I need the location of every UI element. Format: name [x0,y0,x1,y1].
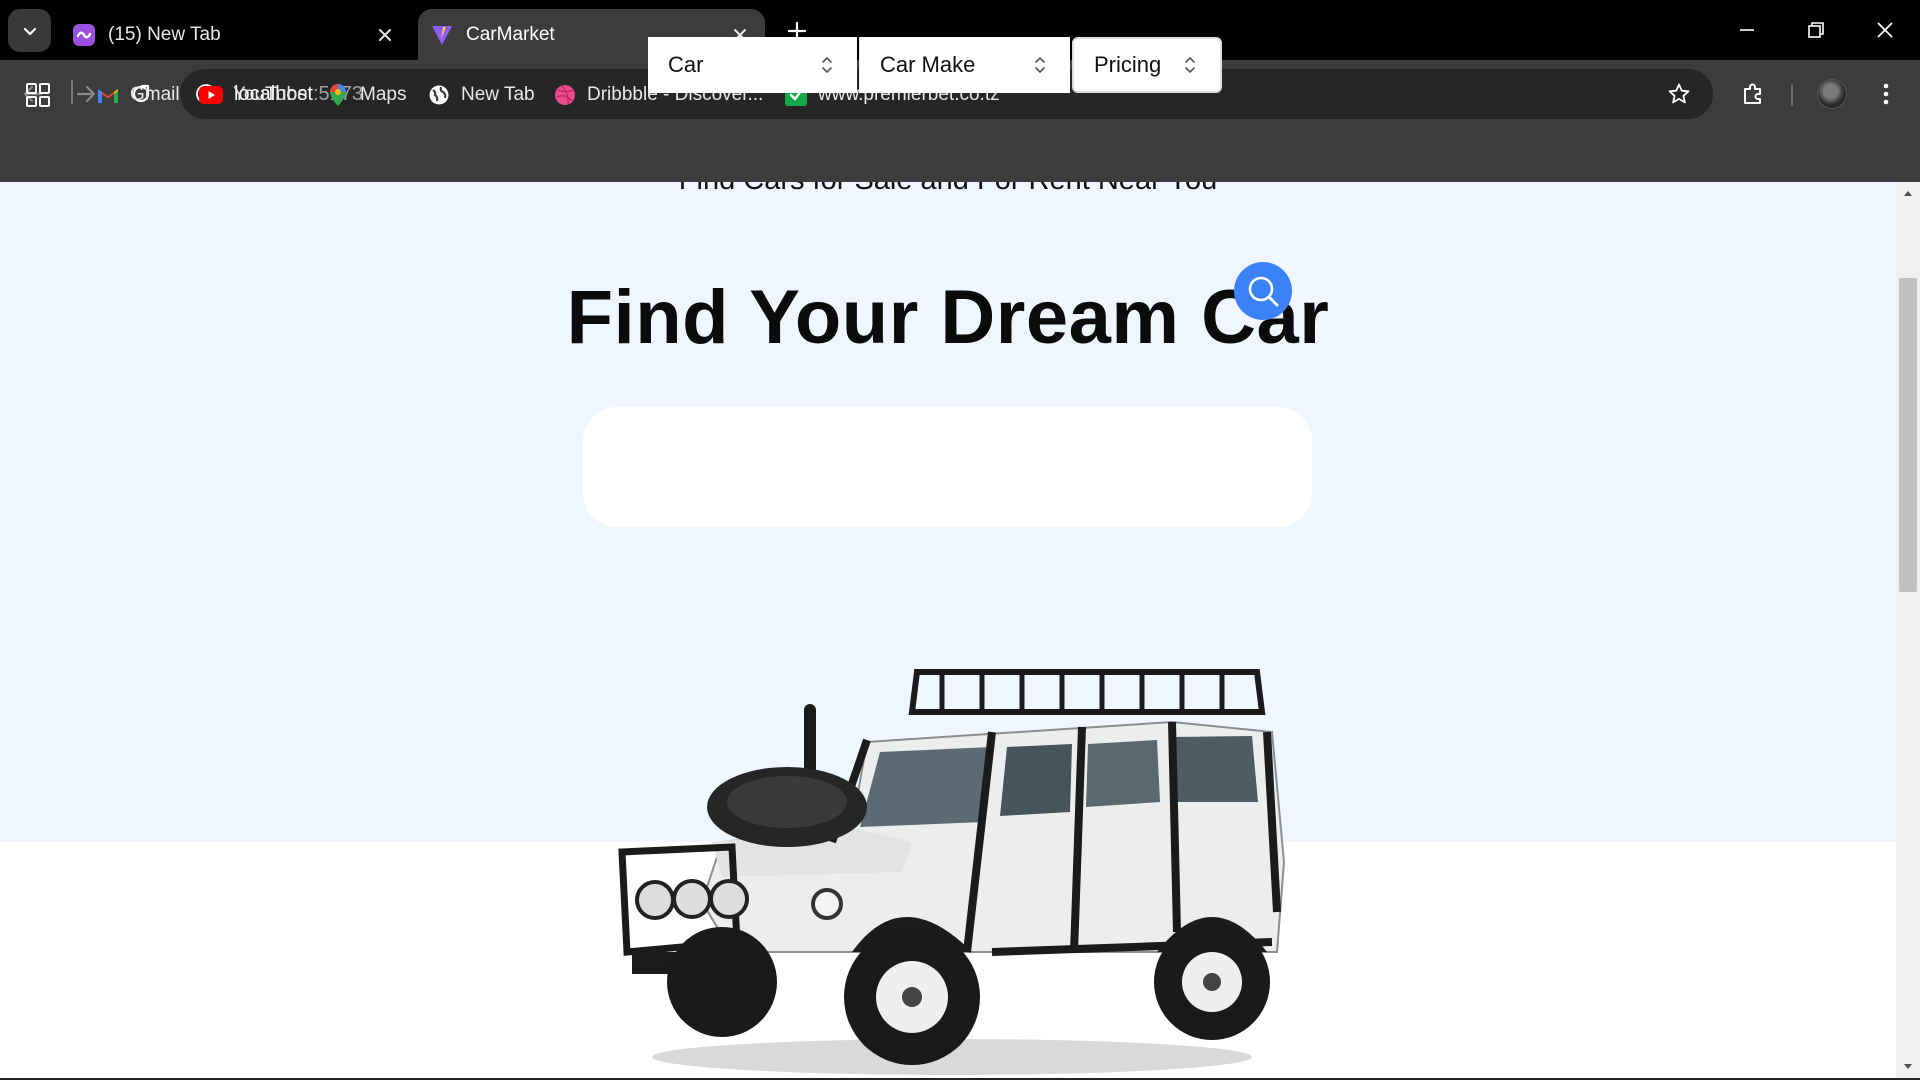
tab-new-tab[interactable]: (15) New Tab [60,9,410,60]
apps-grid-icon[interactable] [24,81,52,109]
scroll-up-arrow-icon[interactable] [1896,182,1920,204]
scroll-thumb[interactable] [1899,278,1917,592]
chevron-updown-icon [1180,53,1200,77]
hero-title: Find Your Dream Car [566,275,1330,360]
minimize-icon [1740,29,1754,31]
car-make-value: Car Make [880,52,976,77]
chevron-down-icon [23,27,36,35]
extensions-button[interactable] [1733,74,1773,114]
more-vertical-icon [1883,83,1889,105]
bookmark-new-tab[interactable]: New Tab [427,75,535,115]
youtube-icon [199,83,223,107]
bookmark-label: Maps [360,84,407,105]
search-card [583,407,1312,527]
pricing-value: Pricing [1094,52,1162,77]
puzzle-icon [1744,83,1761,104]
search-button[interactable] [1234,262,1292,320]
hero-car-image [618,669,1286,1075]
bookmark-label: Gmail [130,84,180,105]
hero-subtitle: Find Cars for Sale and For Rent Near You [0,182,1896,197]
restore-button[interactable] [1793,10,1839,50]
chevron-updown-icon [1030,53,1050,77]
car-type-value: Car [668,52,704,77]
close-tab-icon[interactable] [370,20,400,50]
gmail-icon [96,83,120,107]
browser-menu-button[interactable] [1866,74,1906,114]
car-type-select[interactable]: Car [648,37,857,93]
search-icon [1248,276,1279,307]
bookmarks-divider [71,80,73,104]
close-window-button[interactable] [1862,10,1908,50]
vite-favicon-icon [430,23,454,47]
bookmark-label: YouTube [233,84,308,105]
globe-icon [427,83,451,107]
tab-title: (15) New Tab [108,23,221,45]
scroll-down-arrow-icon[interactable] [1896,1056,1920,1078]
maps-icon [326,83,350,107]
tab-search-button[interactable] [8,9,51,52]
profile-avatar[interactable] [1817,79,1847,109]
page-viewport: Find Cars for Sale and For Rent Near You… [0,182,1896,1078]
toolbar-divider [1791,84,1793,106]
bookmark-maps[interactable]: Maps [326,75,406,115]
bookmark-gmail[interactable]: Gmail [96,75,180,115]
close-icon [1877,22,1893,38]
page-scrollbar[interactable] [1896,182,1920,1078]
dribbble-icon [553,83,577,107]
arrow-right-icon [76,85,96,103]
pricing-select[interactable]: Pricing [1072,37,1222,93]
bookmark-label: New Tab [461,84,535,105]
chevron-updown-icon [817,53,837,77]
new-tab-favicon-icon [72,23,96,47]
car-make-select[interactable]: Car Make [859,37,1070,93]
bookmark-star-icon[interactable] [1663,78,1695,110]
restore-icon [1808,22,1824,38]
minimize-button[interactable] [1724,10,1770,50]
bookmark-youtube[interactable]: YouTube [199,75,308,115]
